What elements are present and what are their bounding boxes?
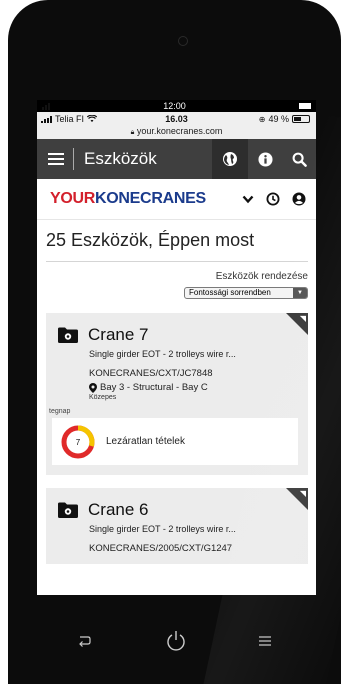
user-icon[interactable] xyxy=(292,192,306,206)
feed-icon: ◥ xyxy=(299,314,306,323)
feed-icon: ◥ xyxy=(299,489,306,498)
location-pin-icon xyxy=(89,382,97,393)
folder-gear-icon xyxy=(57,501,79,519)
card-code: KONECRANES/2005/CXT/G1247 xyxy=(89,543,233,554)
open-items-count: 7 xyxy=(76,438,81,447)
power-button[interactable] xyxy=(166,631,186,651)
folder-gear-icon xyxy=(57,326,79,344)
url-text: your.konecranes.com xyxy=(136,126,223,136)
sort-select-value: Fontossági sorrendben xyxy=(189,288,271,297)
sort-control: Eszközök rendezése Fontossági sorrendben… xyxy=(46,271,308,300)
card-title: Crane 6 xyxy=(88,500,149,519)
back-icon xyxy=(79,636,91,647)
battery-icon xyxy=(292,115,310,123)
system-status-bar: 12:00 xyxy=(37,100,316,112)
language-button[interactable] xyxy=(212,139,248,179)
sort-select[interactable]: Fontossági sorrendben ▼ xyxy=(184,286,308,299)
phone-frame: 12:00 Telia FI 16.03 ⊕ 49 % 🔒︎ your.kone… xyxy=(8,0,341,684)
back-button[interactable] xyxy=(76,631,92,651)
lock-icon: 🔒︎ xyxy=(130,129,135,136)
battery-icon xyxy=(299,103,311,109)
card-location-text: Bay 3 - Structural - Bay C xyxy=(100,382,208,393)
battery-percent: 49 % xyxy=(268,114,289,124)
info-icon xyxy=(257,151,273,167)
screen: 12:00 Telia FI 16.03 ⊕ 49 % 🔒︎ your.kone… xyxy=(37,100,316,595)
info-button[interactable] xyxy=(248,139,282,179)
content-area: 25 Eszközök, Éppen most Eszközök rendezé… xyxy=(37,230,316,564)
brand-bar: YOURKONECRANES xyxy=(37,179,316,220)
dropdown-arrow-icon: ▼ xyxy=(293,287,307,298)
app-header: Eszközök xyxy=(37,139,316,179)
card-criticality: Közepes xyxy=(89,394,117,401)
header-divider xyxy=(73,148,74,170)
card-code: KONECRANES/CXT/JC7848 xyxy=(89,368,213,379)
card-date-label: tegnap xyxy=(49,408,71,415)
card-corner xyxy=(286,488,308,510)
brand-logo[interactable]: YOURKONECRANES xyxy=(50,190,242,208)
system-time: 12:00 xyxy=(163,101,186,111)
card-subtitle: Single girder EOT - 2 trolleys wire r... xyxy=(89,524,236,534)
divider xyxy=(46,261,308,262)
alarm-icon: ⊕ xyxy=(258,114,266,124)
recent-apps-icon xyxy=(259,636,271,646)
open-items-label: Lezáratlan tételek xyxy=(106,436,185,447)
open-items-donut: 7 xyxy=(61,425,95,458)
search-button[interactable] xyxy=(282,139,316,179)
recent-apps-button[interactable] xyxy=(258,631,272,651)
card-subtitle: Single girder EOT - 2 trolleys wire r... xyxy=(89,349,236,359)
card-location: Bay 3 - Structural - Bay C xyxy=(89,382,298,393)
card-corner xyxy=(286,313,308,335)
equipment-card[interactable]: ◥ Crane 7 Single girder EOT - 2 trolleys… xyxy=(46,313,308,475)
open-items-panel[interactable]: 7 Lezáratlan tételek xyxy=(52,418,298,465)
browser-status-bar: Telia FI 16.03 ⊕ 49 % 🔒︎ your.konecranes… xyxy=(37,112,316,139)
card-title: Crane 7 xyxy=(88,325,149,344)
power-icon xyxy=(167,631,185,651)
search-icon xyxy=(292,152,307,167)
chevron-down-icon[interactable] xyxy=(242,195,254,204)
clock-icon[interactable] xyxy=(266,192,280,206)
url-bar[interactable]: 🔒︎ your.konecranes.com xyxy=(37,126,316,137)
equipment-card[interactable]: ◥ Crane 6 Single girder EOT - 2 trolleys… xyxy=(46,488,308,564)
equipment-count-heading: 25 Eszközök, Éppen most xyxy=(46,230,255,250)
sort-label: Eszközök rendezése xyxy=(215,271,308,282)
menu-icon[interactable] xyxy=(48,150,64,168)
signal-icon xyxy=(42,102,50,110)
globe-icon xyxy=(223,152,237,166)
navigation-bar xyxy=(8,595,341,684)
page-title: Eszközök xyxy=(84,149,157,168)
camera xyxy=(178,36,188,46)
